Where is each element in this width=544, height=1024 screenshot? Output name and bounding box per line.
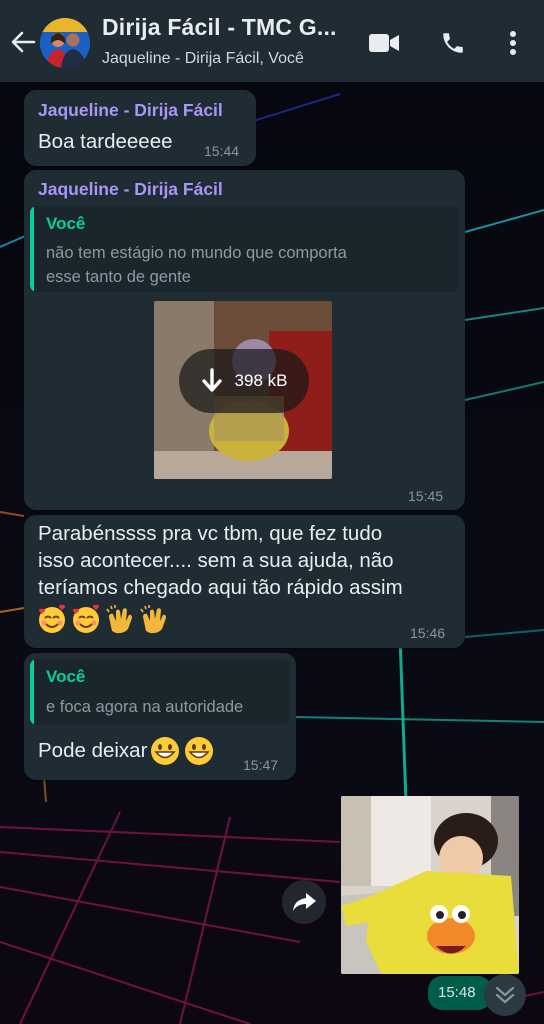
quote-line: esse tanto de gente <box>46 268 191 286</box>
message-bubble[interactable]: Jaqueline - Dirija Fácil Boa tardeeeee 1… <box>24 90 256 166</box>
message-time: 15:46 <box>410 625 446 641</box>
gif-thumbnail[interactable]: 398 kB <box>154 301 332 479</box>
quote-accent-bar <box>30 659 34 725</box>
quote-line: não tem estágio no mundo que comporta <box>46 244 347 262</box>
sender-name[interactable]: Jaqueline - Dirija Fácil <box>38 179 223 200</box>
more-vertical-icon[interactable] <box>496 26 530 60</box>
outgoing-image[interactable] <box>341 796 519 974</box>
chat-participants[interactable]: Jaqueline - Dirija Fácil, Você <box>102 50 304 68</box>
video-call-icon[interactable] <box>367 26 401 60</box>
message-time: 15:48 <box>438 984 476 1001</box>
message-time: 15:44 <box>204 143 240 159</box>
chat-title[interactable]: Dirija Fácil - TMC G... <box>102 14 337 41</box>
download-arrow-icon <box>201 368 222 392</box>
double-chevron-down-icon <box>495 986 515 1004</box>
forward-icon <box>293 893 316 911</box>
file-size: 398 kB <box>234 371 288 390</box>
message-bubble[interactable]: Parabénssss pra vc tbm, que fez tudo iss… <box>24 515 465 648</box>
forward-button[interactable] <box>282 880 326 924</box>
grinning-face-emoji <box>151 737 180 765</box>
quoted-message[interactable]: Você e foca agora na autoridade <box>30 659 290 725</box>
download-button[interactable]: 398 kB <box>179 349 309 413</box>
phone-icon[interactable] <box>436 26 470 60</box>
scroll-to-bottom-button[interactable] <box>484 974 526 1016</box>
clapping-hands-emoji <box>106 605 132 634</box>
message-time: 15:47 <box>243 757 279 773</box>
message-line: isso acontecer.... sem a sua ajuda, não <box>38 549 394 572</box>
clapping-hands-emoji <box>140 605 166 634</box>
sender-name[interactable]: Jaqueline - Dirija Fácil <box>38 100 223 121</box>
quote-accent-bar <box>30 206 34 292</box>
chat-header: Dirija Fácil - TMC G... Jaqueline - Diri… <box>0 0 544 82</box>
message-time: 15:45 <box>408 488 444 504</box>
message-text: Pode deixar <box>38 739 148 762</box>
back-arrow-icon[interactable] <box>6 24 40 60</box>
grinning-face-emoji <box>185 737 214 765</box>
message-line: Parabénssss pra vc tbm, que fez tudo <box>38 522 383 545</box>
quote-line: e foca agora na autoridade <box>46 698 244 716</box>
quote-author: Você <box>46 667 86 686</box>
group-avatar[interactable] <box>40 18 90 68</box>
message-text: Boa tardeeeee <box>38 130 173 153</box>
message-line: teríamos chegado aqui tão rápido assim <box>38 576 403 599</box>
outgoing-image-content <box>341 796 519 974</box>
message-content: Pode deixar <box>38 735 215 767</box>
message-bubble[interactable]: Você e foca agora na autoridade Pode dei… <box>24 653 296 780</box>
quote-author: Você <box>46 214 86 233</box>
outgoing-time-badge: 15:48 <box>428 976 492 1010</box>
message-bubble[interactable]: Jaqueline - Dirija Fácil Você não tem es… <box>24 170 465 510</box>
quoted-message[interactable]: Você não tem estágio no mundo que compor… <box>30 206 459 292</box>
emoji-row <box>36 603 170 635</box>
smiling-face-with-hearts-emoji <box>38 604 66 633</box>
smiling-face-with-hearts-emoji <box>72 604 100 633</box>
